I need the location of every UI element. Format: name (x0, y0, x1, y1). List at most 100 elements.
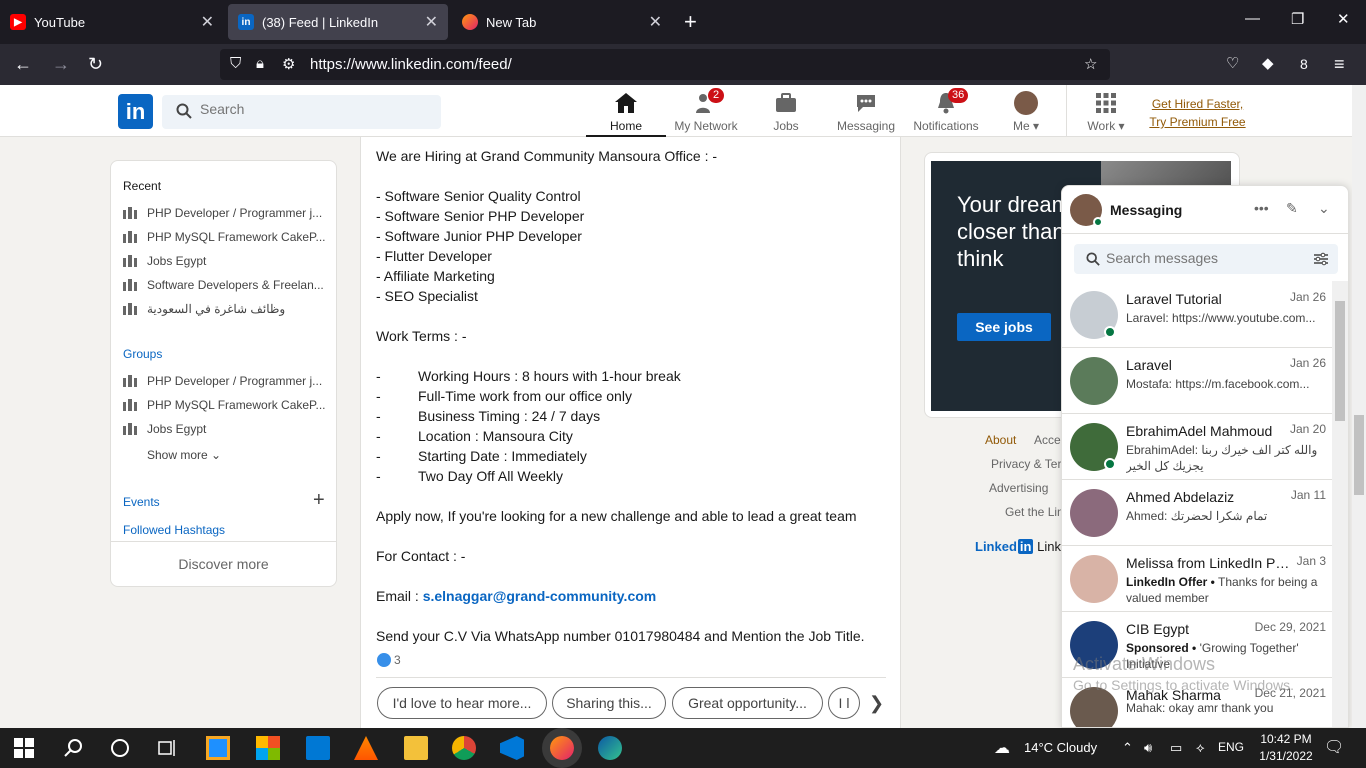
search-input[interactable] (200, 101, 420, 117)
store-icon[interactable] (256, 736, 280, 760)
permissions-icon[interactable]: ⚙︎ (282, 55, 295, 73)
wifi-icon[interactable]: ⟡ (1196, 740, 1205, 756)
global-search[interactable] (162, 95, 441, 129)
weather-text[interactable]: 14°C Cloudy (1024, 740, 1097, 755)
notification-center-icon[interactable]: 🗨︎ (1324, 737, 1344, 757)
snip-tool-icon[interactable] (206, 736, 230, 760)
conversation-item[interactable]: EbrahimAdel Mahmoud Jan 20 EbrahimAdel: … (1062, 414, 1334, 480)
menu-icon[interactable]: ≡ (1334, 53, 1345, 75)
chevron-down-icon[interactable]: ⌄ (1318, 200, 1330, 217)
linkedin-logo[interactable]: in (118, 94, 153, 129)
footer-get-app[interactable]: Get the Lin (1005, 505, 1064, 519)
conversation-item[interactable]: Laravel Tutorial Jan 26 Laravel: https:/… (1062, 282, 1334, 348)
footer-advertising[interactable]: Advertising (989, 481, 1048, 495)
post-term: - Working Hours : 8 hours with 1-hour bre… (376, 368, 681, 384)
nav-notifications[interactable]: 36 Notifications (906, 88, 986, 137)
url-bar[interactable]: ⛉ 🔒︎ ⚙︎ https://www.linkedin.com/feed/ ☆ (220, 49, 1110, 80)
discover-more-button[interactable]: Discover more (111, 541, 336, 586)
messaging-search[interactable] (1074, 244, 1338, 274)
chevron-right-icon[interactable]: ❯ (869, 693, 884, 714)
file-explorer-icon[interactable] (404, 736, 428, 760)
more-options-icon[interactable]: ••• (1254, 200, 1269, 216)
forward-icon[interactable]: → (52, 53, 70, 75)
tab-new-tab[interactable]: New Tab ✕ (452, 4, 672, 40)
nav-work[interactable]: Work ▾ (1066, 89, 1146, 137)
conversation-item[interactable]: Melissa from LinkedIn Pre... Jan 3 Linke… (1062, 546, 1334, 612)
group-item[interactable]: PHP Developer / Programmer j... (123, 371, 328, 391)
cortana-icon[interactable] (108, 736, 132, 760)
battery-icon[interactable]: ▭ (1170, 740, 1182, 756)
shield-icon[interactable]: ⛉ (230, 55, 241, 72)
pocket-icon[interactable]: ♡ (1226, 53, 1239, 75)
email-link[interactable]: s.elnaggar@grand-community.com (423, 588, 657, 604)
recent-item[interactable]: وظائف شاغرة في السعودية (123, 299, 328, 319)
close-icon[interactable]: ✕ (649, 12, 662, 32)
restore-icon[interactable]: ❐ (1291, 10, 1304, 28)
new-tab-button[interactable]: + (684, 10, 697, 34)
reload-icon[interactable]: ↻ (88, 53, 103, 75)
group-item[interactable]: PHP MySQL Framework CakeP... (123, 395, 328, 415)
close-icon[interactable]: ✕ (201, 12, 214, 32)
nav-me[interactable]: Me ▾ (986, 89, 1066, 137)
mail-icon[interactable] (306, 736, 330, 760)
clock[interactable]: 10:42 PM 1/31/2022 (1258, 731, 1314, 765)
search-messages-input[interactable] (1106, 250, 1296, 266)
messaging-header[interactable]: Messaging ••• ✎ ⌄ (1062, 186, 1348, 234)
extension-count[interactable]: 8 (1300, 53, 1308, 75)
search-icon[interactable] (62, 736, 86, 760)
events-link[interactable]: Events (123, 495, 160, 509)
chevron-up-icon[interactable]: ⌃ (1122, 740, 1133, 756)
conversation-item[interactable]: Laravel Jan 26 Mostafa: https://m.facebo… (1062, 348, 1334, 414)
suggested-reply[interactable]: I l (828, 687, 860, 719)
filter-icon[interactable] (1314, 252, 1328, 266)
footer-about[interactable]: About (985, 433, 1016, 447)
back-icon[interactable]: ← (14, 53, 32, 75)
tab-linkedin[interactable]: in (38) Feed | LinkedIn ✕ (228, 4, 448, 40)
bookmark-star-icon[interactable]: ☆ (1084, 55, 1097, 73)
nav-my-network[interactable]: 2 My Network (666, 88, 746, 137)
groups-title[interactable]: Groups (123, 347, 162, 361)
footer-accessibility[interactable]: Acce (1034, 433, 1061, 447)
lock-icon[interactable]: 🔒︎ (256, 55, 264, 72)
recent-item[interactable]: PHP Developer / Programmer j... (123, 203, 328, 223)
task-view-icon[interactable] (156, 736, 180, 760)
chrome-icon[interactable] (452, 736, 476, 760)
nav-home[interactable]: Home (586, 89, 666, 137)
recent-item[interactable]: Jobs Egypt (123, 251, 328, 271)
windows-start-icon[interactable] (14, 738, 34, 758)
volume-icon[interactable]: 🔊︎ (1144, 740, 1152, 756)
recent-title: Recent (123, 179, 162, 193)
suggested-reply[interactable]: I'd love to hear more... (377, 687, 547, 719)
page-scrollbar[interactable] (1352, 85, 1366, 728)
add-event-icon[interactable]: + (313, 489, 325, 512)
show-more-button[interactable]: Show more ⌄ (147, 445, 352, 465)
messaging-scrollbar[interactable] (1332, 281, 1348, 727)
nav-messaging[interactable]: Messaging (826, 89, 906, 137)
suggested-reply[interactable]: Sharing this... (552, 687, 666, 719)
see-jobs-button[interactable]: See jobs (957, 313, 1051, 341)
edge-icon[interactable] (598, 736, 622, 760)
language-indicator[interactable]: ENG (1218, 740, 1244, 754)
close-icon[interactable]: ✕ (425, 12, 438, 32)
nav-jobs[interactable]: Jobs (746, 89, 826, 137)
minimize-icon[interactable]: — (1245, 10, 1260, 27)
tab-youtube[interactable]: ▶ YouTube ✕ (0, 4, 224, 40)
extension-icon[interactable]: ◆ (1262, 53, 1274, 75)
recent-item[interactable]: Software Developers & Freelan... (123, 275, 328, 295)
vscode-icon[interactable] (500, 736, 524, 760)
reactions-count[interactable]: 3 (377, 653, 401, 667)
cloud-icon[interactable]: ☁ (994, 738, 1010, 758)
compose-icon[interactable]: ✎ (1286, 200, 1298, 217)
suggested-reply[interactable]: Great opportunity... (672, 687, 823, 719)
followed-hashtags-link[interactable]: Followed Hashtags (123, 523, 225, 537)
vlc-icon[interactable] (354, 736, 378, 760)
conversation-item[interactable]: Ahmed Abdelaziz Jan 11 Ahmed: تمام شكرا … (1062, 480, 1334, 546)
url-text[interactable]: https://www.linkedin.com/feed/ (310, 56, 512, 73)
youtube-icon: ▶ (10, 14, 26, 30)
window-close-icon[interactable]: ✕ (1337, 10, 1350, 28)
group-item[interactable]: Jobs Egypt (123, 419, 328, 439)
premium-link[interactable]: Get Hired Faster, Try Premium Free (1140, 95, 1255, 131)
footer-privacy[interactable]: Privacy & Ter (991, 457, 1061, 471)
recent-item[interactable]: PHP MySQL Framework CakeP... (123, 227, 328, 247)
firefox-icon[interactable] (550, 736, 574, 760)
